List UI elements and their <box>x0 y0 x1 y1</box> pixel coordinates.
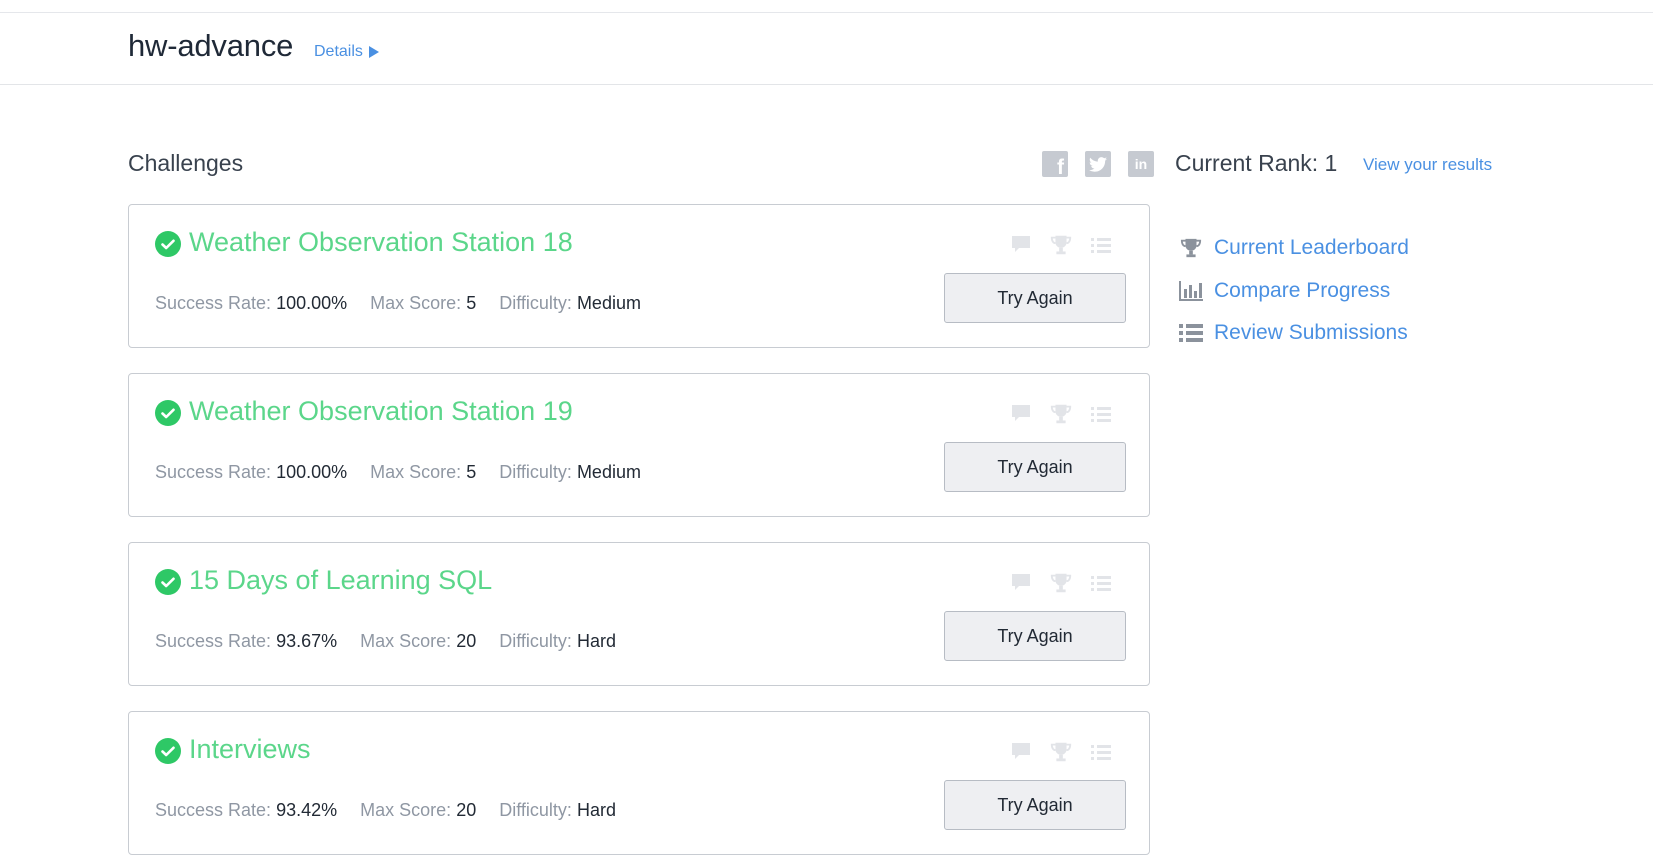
max-score-value: 20 <box>456 800 477 820</box>
discussion-icon[interactable] <box>1009 740 1033 764</box>
trophy-icon[interactable] <box>1049 402 1073 426</box>
challenge-card: Weather Observation Station 19 Success R… <box>128 373 1150 517</box>
facebook-share-icon[interactable]: f <box>1042 151 1068 177</box>
challenge-card: 15 Days of Learning SQL Success Rate: 93… <box>128 542 1150 686</box>
linkedin-share-icon[interactable]: in <box>1128 151 1154 177</box>
challenge-title[interactable]: 15 Days of Learning SQL <box>189 565 492 596</box>
max-score-label: Max Score: <box>360 800 452 820</box>
challenge-card: Interviews Success Rate: 93.42% Max Scor… <box>128 711 1150 855</box>
trophy-icon[interactable] <box>1049 233 1073 257</box>
challenge-stats: Success Rate: 93.42% Max Score: 20 Diffi… <box>155 800 616 821</box>
solved-check-icon <box>155 400 181 426</box>
challenge-card: Weather Observation Station 18 Success R… <box>128 204 1150 348</box>
contest-title: hw-advance <box>128 28 294 63</box>
success-rate-label: Success Rate: <box>155 293 272 313</box>
details-label: Details <box>314 43 363 60</box>
difficulty-label: Difficulty: <box>499 293 572 313</box>
twitter-share-icon[interactable] <box>1085 151 1111 177</box>
challenge-actions <box>1009 402 1113 426</box>
challenge-stats: Success Rate: 100.00% Max Score: 5 Diffi… <box>155 293 641 314</box>
challenge-title[interactable]: Interviews <box>189 734 311 765</box>
difficulty-value: Hard <box>576 631 616 651</box>
challenge-title[interactable]: Weather Observation Station 18 <box>189 227 573 258</box>
success-rate-value: 100.00% <box>276 293 348 313</box>
max-score-label: Max Score: <box>370 462 462 482</box>
challenge-actions <box>1009 571 1113 595</box>
sidebar-item-leaderboard[interactable]: Current Leaderboard <box>1178 236 1409 260</box>
list-icon[interactable] <box>1089 571 1113 595</box>
success-rate-value: 93.67% <box>276 631 338 651</box>
success-rate-value: 100.00% <box>276 462 348 482</box>
try-again-button[interactable]: Try Again <box>944 442 1126 492</box>
max-score-label: Max Score: <box>360 631 452 651</box>
difficulty-value: Hard <box>576 800 616 820</box>
difficulty-value: Medium <box>576 462 641 482</box>
difficulty-value: Medium <box>576 293 641 313</box>
sidebar-item-label: Review Submissions <box>1214 321 1408 344</box>
challenge-title[interactable]: Weather Observation Station 19 <box>189 396 573 427</box>
solved-check-icon <box>155 738 181 764</box>
max-score-value: 5 <box>466 293 477 313</box>
challenges-heading: Challenges <box>128 150 244 176</box>
discussion-icon[interactable] <box>1009 402 1033 426</box>
max-score-value: 5 <box>466 462 477 482</box>
discussion-icon[interactable] <box>1009 233 1033 257</box>
facebook-letter: f <box>1057 156 1065 177</box>
success-rate-label: Success Rate: <box>155 462 272 482</box>
discussion-icon[interactable] <box>1009 571 1033 595</box>
sidebar-item-label: Compare Progress <box>1214 279 1391 302</box>
challenge-actions <box>1009 233 1113 257</box>
try-again-button[interactable]: Try Again <box>944 611 1126 661</box>
success-rate-value: 93.42% <box>276 800 338 820</box>
try-again-button[interactable]: Try Again <box>944 780 1126 830</box>
challenge-stats: Success Rate: 100.00% Max Score: 5 Diffi… <box>155 462 641 483</box>
top-divider <box>0 12 1653 13</box>
list-icon[interactable] <box>1089 740 1113 764</box>
header-divider <box>0 84 1653 85</box>
view-results-link[interactable]: View your results <box>1363 155 1492 175</box>
list-icon[interactable] <box>1089 402 1113 426</box>
linkedin-letters: in <box>1135 156 1147 172</box>
max-score-value: 20 <box>456 631 477 651</box>
bar-chart-icon <box>1178 279 1204 303</box>
challenge-actions <box>1009 740 1113 764</box>
trophy-icon <box>1178 236 1204 260</box>
challenge-stats: Success Rate: 93.67% Max Score: 20 Diffi… <box>155 631 616 652</box>
list-icon[interactable] <box>1089 233 1113 257</box>
list-icon <box>1178 321 1204 345</box>
play-triangle-icon <box>368 46 379 58</box>
try-again-button[interactable]: Try Again <box>944 273 1126 323</box>
max-score-label: Max Score: <box>370 293 462 313</box>
difficulty-label: Difficulty: <box>499 631 572 651</box>
success-rate-label: Success Rate: <box>155 800 272 820</box>
sidebar-item-label: Current Leaderboard <box>1214 236 1409 259</box>
sidebar-item-review-submissions[interactable]: Review Submissions <box>1178 321 1408 345</box>
solved-check-icon <box>155 569 181 595</box>
sidebar-item-compare-progress[interactable]: Compare Progress <box>1178 279 1390 303</box>
current-rank: Current Rank: 1 <box>1175 150 1338 176</box>
success-rate-label: Success Rate: <box>155 631 272 651</box>
details-link[interactable]: Details <box>314 43 379 61</box>
trophy-icon[interactable] <box>1049 740 1073 764</box>
solved-check-icon <box>155 231 181 257</box>
difficulty-label: Difficulty: <box>499 462 572 482</box>
difficulty-label: Difficulty: <box>499 800 572 820</box>
trophy-icon[interactable] <box>1049 571 1073 595</box>
